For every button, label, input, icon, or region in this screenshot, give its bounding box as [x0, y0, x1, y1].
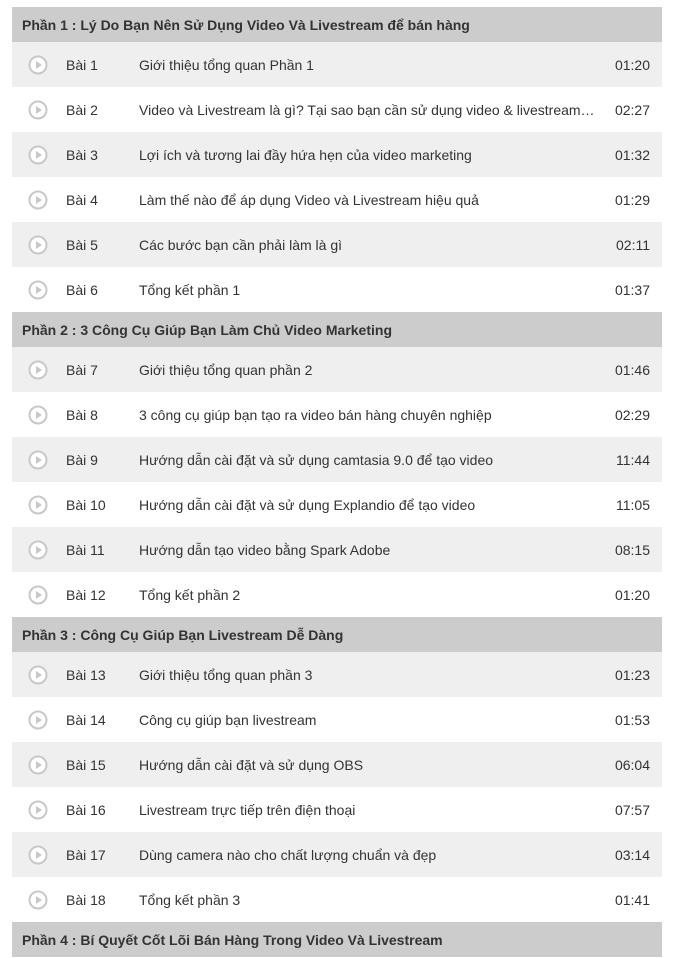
lesson-duration: 01:23	[614, 666, 650, 683]
lesson-duration: 01:41	[614, 891, 650, 908]
lesson-duration: 02:11	[616, 236, 650, 253]
section-header[interactable]: Phần 2 : 3 Công Cụ Giúp Bạn Làm Chủ Vide…	[12, 312, 662, 347]
lesson-number: Bài 1	[66, 56, 98, 73]
lesson-number: Bài 9	[66, 451, 98, 468]
lesson-title: Dùng camera nào cho chất lượng chuẩn và …	[139, 846, 437, 863]
lesson-number: Bài 6	[66, 281, 98, 298]
play-circle-icon	[28, 890, 48, 909]
lesson-row[interactable]: Bài 15 Hướng dẫn cài đặt và sử dụng OBS …	[12, 742, 662, 787]
lesson-number: Bài 8	[66, 406, 98, 423]
section-header[interactable]: Phần 4 : Bí Quyết Cốt Lõi Bán Hàng Trong…	[12, 922, 662, 957]
lesson-number: Bài 18	[66, 891, 106, 908]
lesson-number: Bài 2	[66, 101, 98, 118]
lesson-duration: 08:15	[614, 541, 650, 558]
lesson-duration: 01:46	[614, 361, 650, 378]
lesson-title: Hướng dẫn cài đặt và sử dụng OBS	[139, 756, 364, 773]
play-circle-icon	[28, 55, 48, 74]
lesson-title: Lợi ích và tương lai đầy hứa hẹn của vid…	[139, 146, 472, 163]
lesson-title: Làm thế nào để áp dụng Video và Livestre…	[139, 191, 479, 208]
lesson-duration: 06:04	[614, 756, 650, 773]
lesson-title: Giới thiệu tổng quan phần 3	[139, 666, 313, 683]
play-circle-icon	[28, 405, 48, 424]
section-header[interactable]: Phần 1 : Lý Do Bạn Nên Sử Dụng Video Và …	[12, 7, 662, 42]
lesson-number: Bài 17	[66, 846, 106, 863]
lesson-duration: 07:57	[614, 801, 650, 818]
lesson-row[interactable]: Bài 7 Giới thiệu tổng quan phần 2 01:46	[12, 347, 662, 392]
lesson-duration: 01:20	[614, 586, 650, 603]
lesson-row[interactable]: Bài 1 Giới thiệu tổng quan Phần 1 01:20	[12, 42, 662, 87]
lesson-title: Hướng dẫn tạo video bằng Spark Adobe	[139, 541, 391, 558]
play-circle-icon	[28, 190, 48, 209]
lesson-number: Bài 7	[66, 361, 98, 378]
lesson-row[interactable]: Bài 9 Hướng dẫn cài đặt và sử dụng camta…	[12, 437, 662, 482]
lesson-row[interactable]: Bài 11 Hướng dẫn tạo video bằng Spark Ad…	[12, 527, 662, 572]
play-circle-icon	[28, 360, 48, 379]
lesson-number: Bài 4	[66, 191, 98, 208]
lesson-row[interactable]: Bài 13 Giới thiệu tổng quan phần 3 01:23	[12, 652, 662, 697]
play-circle-icon	[28, 235, 48, 254]
lesson-row[interactable]: Bài 14 Công cụ giúp bạn livestream 01:53	[12, 697, 662, 742]
lesson-title: Các bước bạn cần phải làm là gì	[139, 236, 342, 253]
lesson-row[interactable]: Bài 6 Tổng kết phần 1 01:37	[12, 267, 662, 312]
lesson-title: Giới thiệu tổng quan phần 2	[139, 361, 313, 378]
lesson-duration: 01:53	[614, 711, 650, 728]
lesson-number: Bài 12	[66, 586, 106, 603]
lesson-duration: 01:37	[614, 281, 650, 298]
lesson-row[interactable]: Bài 17 Dùng camera nào cho chất lượng ch…	[12, 832, 662, 877]
play-circle-icon	[28, 845, 48, 864]
lesson-number: Bài 5	[66, 236, 98, 253]
lesson-row[interactable]: Bài 3 Lợi ích và tương lai đầy hứa hẹn c…	[12, 132, 662, 177]
lesson-title: Hướng dẫn cài đặt và sử dụng camtasia 9.…	[139, 451, 494, 468]
lesson-duration: 03:14	[614, 846, 650, 863]
lesson-number: Bài 16	[66, 801, 106, 818]
lesson-title: Hướng dẫn cài đặt và sử dụng Explandio đ…	[139, 496, 476, 513]
lesson-duration: 11:44	[616, 451, 650, 468]
lesson-row[interactable]: Bài 18 Tổng kết phần 3 01:41	[12, 877, 662, 922]
play-circle-icon	[28, 280, 48, 299]
lesson-row[interactable]: Bài 10 Hướng dẫn cài đặt và sử dụng Expl…	[12, 482, 662, 527]
lesson-title: Tổng kết phần 1	[139, 281, 241, 298]
lesson-number: Bài 14	[66, 711, 106, 728]
play-circle-icon	[28, 450, 48, 469]
play-circle-icon	[28, 800, 48, 819]
lesson-title: 3 công cụ giúp bạn tạo ra video bán hàng…	[139, 406, 492, 423]
course-curriculum: Phần 1 : Lý Do Bạn Nên Sử Dụng Video Và …	[12, 7, 662, 957]
lesson-number: Bài 3	[66, 146, 98, 163]
play-circle-icon	[28, 145, 48, 164]
play-circle-icon	[28, 710, 48, 729]
lesson-row[interactable]: Bài 12 Tổng kết phần 2 01:20	[12, 572, 662, 617]
lesson-number: Bài 11	[66, 541, 105, 558]
lesson-duration: 01:29	[614, 191, 650, 208]
lesson-duration: 01:20	[614, 56, 650, 73]
play-circle-icon	[28, 495, 48, 514]
section-header[interactable]: Phần 3 : Công Cụ Giúp Bạn Livestream Dễ …	[12, 617, 662, 652]
lesson-row[interactable]: Bài 16 Livestream trực tiếp trên điện th…	[12, 787, 662, 832]
lesson-title: Livestream trực tiếp trên điện thoại	[139, 801, 356, 818]
lesson-title: Công cụ giúp bạn livestream	[139, 711, 317, 728]
lesson-title: Video và Livestream là gì? Tại sao bạn c…	[139, 101, 595, 118]
lesson-title: Tổng kết phần 2	[139, 586, 241, 603]
play-circle-icon	[28, 540, 48, 559]
lesson-title: Tổng kết phần 3	[139, 891, 241, 908]
lesson-number: Bài 10	[66, 496, 106, 513]
lesson-row[interactable]: Bài 4 Làm thế nào để áp dụng Video và Li…	[12, 177, 662, 222]
play-circle-icon	[28, 100, 48, 119]
play-circle-icon	[28, 755, 48, 774]
lesson-row[interactable]: Bài 5 Các bước bạn cần phải làm là gì 02…	[12, 222, 662, 267]
lesson-row[interactable]: Bài 8 3 công cụ giúp bạn tạo ra video bá…	[12, 392, 662, 437]
lesson-title: Giới thiệu tổng quan Phần 1	[139, 56, 314, 73]
lesson-number: Bài 15	[66, 756, 106, 773]
play-circle-icon	[28, 665, 48, 684]
lesson-duration: 02:27	[614, 101, 650, 118]
play-circle-icon	[28, 585, 48, 604]
lesson-number: Bài 13	[66, 666, 106, 683]
lesson-duration: 11:05	[616, 496, 650, 513]
lesson-row[interactable]: Bài 2 Video và Livestream là gì? Tại sao…	[12, 87, 662, 132]
lesson-duration: 02:29	[614, 406, 650, 423]
lesson-duration: 01:32	[614, 146, 650, 163]
